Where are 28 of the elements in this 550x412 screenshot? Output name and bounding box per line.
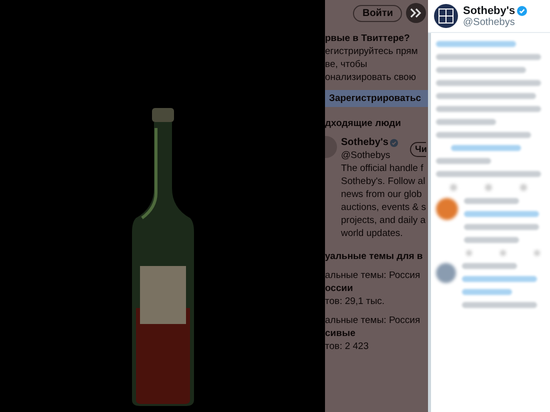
- author-handle: @Sothebys: [463, 16, 516, 28]
- bio-line: projects, and daily a: [341, 214, 426, 227]
- text-line: ве, чтобы: [325, 58, 368, 71]
- author-name[interactable]: Sotheby's: [463, 4, 516, 16]
- login-button[interactable]: Войти: [353, 4, 402, 22]
- bio-line: news from our glob: [341, 188, 423, 201]
- text-line: егистрируйтесь прям: [325, 45, 419, 58]
- account-handle: @Sothebys: [341, 149, 392, 162]
- trend-count: тов: 2 423: [325, 340, 370, 353]
- trend-context: альные темы: Россия: [325, 269, 422, 282]
- trend-context: альные темы: Россия: [325, 314, 422, 327]
- expand-icon[interactable]: [406, 3, 426, 23]
- bio-line: The official handle f: [341, 162, 424, 175]
- bio-line: auctions, events & s: [341, 201, 426, 214]
- trend-name[interactable]: сивые: [325, 327, 428, 340]
- signup-button[interactable]: Зарегистрироватьс: [325, 90, 428, 107]
- trend-count: тов: 29,1 тыс.: [325, 295, 386, 308]
- text-line: онализировать свою: [325, 71, 417, 84]
- bio-line: Sotheby's. Follow al: [341, 175, 426, 188]
- bio-line: world updates.: [341, 227, 404, 240]
- section-heading: рвые в Твиттере?: [325, 32, 411, 45]
- section-heading: уальные темы для в: [325, 250, 424, 263]
- logo-icon: [434, 4, 458, 28]
- avatar: [325, 136, 337, 158]
- trend-name[interactable]: оссии: [325, 282, 428, 295]
- follow-button[interactable]: Чи: [410, 142, 426, 156]
- account-name[interactable]: Sotheby's: [341, 136, 388, 149]
- section-heading: дходящие люди: [325, 117, 402, 130]
